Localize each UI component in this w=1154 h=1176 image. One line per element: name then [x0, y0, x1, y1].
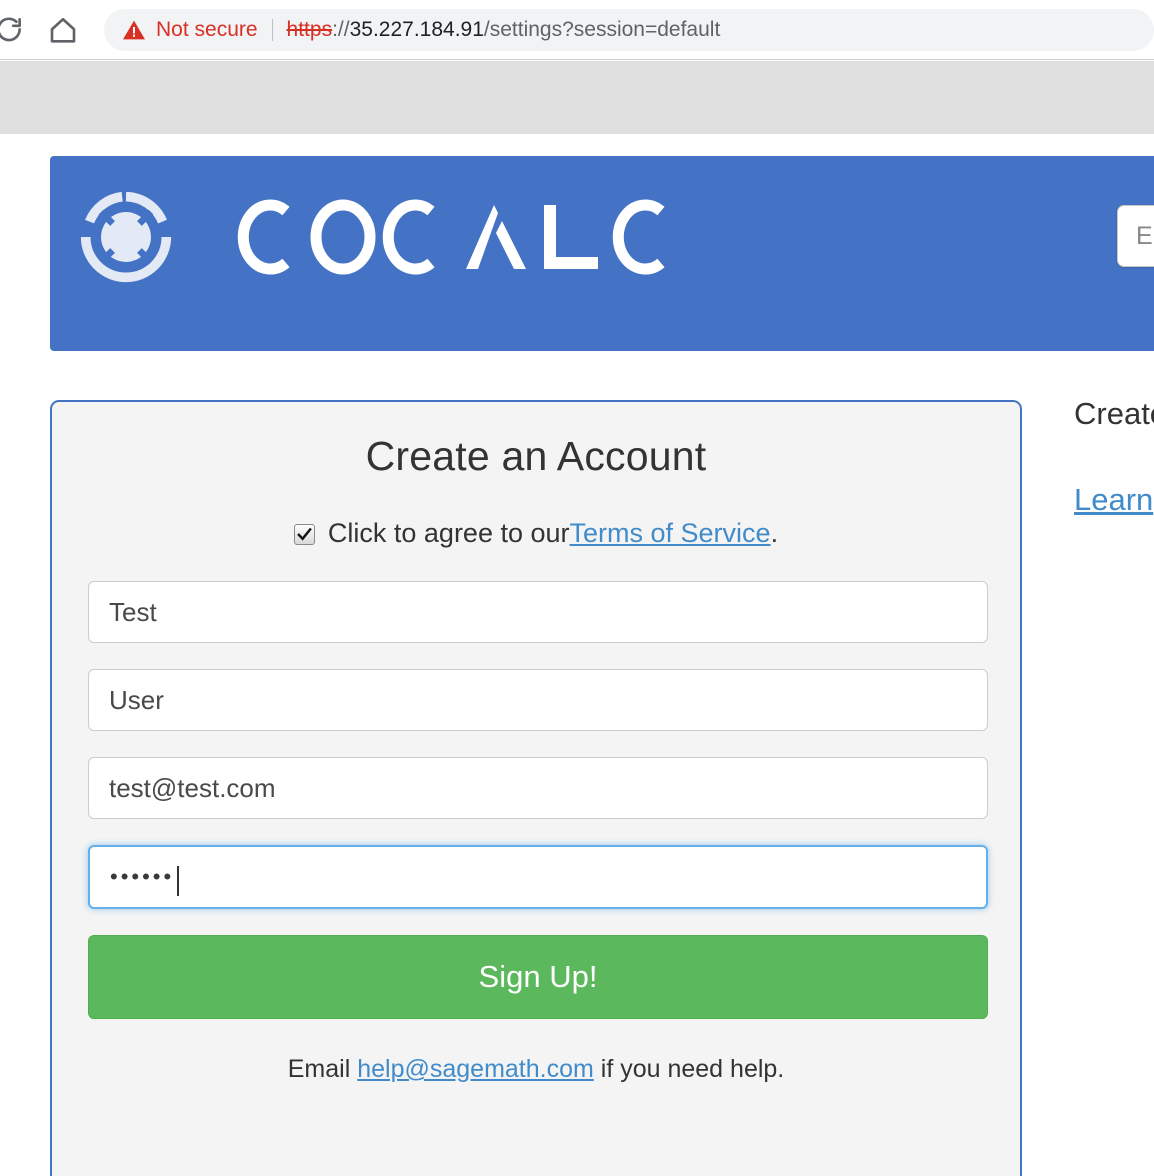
- warning-triangle-icon: [122, 18, 146, 42]
- first-name-value: Test: [109, 597, 157, 628]
- terms-agreement-row: Click to agree to our Terms of Service.: [52, 518, 1020, 549]
- learn-more-link[interactable]: Learn: [1074, 482, 1154, 518]
- bookmarks-bar: [0, 61, 1154, 134]
- email-value: test@test.com: [109, 773, 276, 804]
- url-host: 35.227.184.91: [350, 18, 484, 41]
- url-path: /settings?session=default: [484, 18, 720, 41]
- terms-checkbox[interactable]: [294, 524, 315, 545]
- address-bar[interactable]: Not secure https://35.227.184.91/setting…: [104, 9, 1154, 51]
- text-caret: [177, 866, 179, 896]
- email-field[interactable]: test@test.com: [88, 757, 988, 819]
- browser-toolbar: Not secure https://35.227.184.91/setting…: [0, 0, 1154, 60]
- terms-of-service-link[interactable]: Terms of Service: [570, 518, 771, 549]
- brand-logo: [78, 189, 681, 285]
- password-field[interactable]: ••••••: [88, 845, 988, 909]
- last-name-value: User: [109, 685, 164, 716]
- not-secure-label: Not secure: [156, 18, 258, 42]
- app-header: E: [50, 156, 1154, 351]
- reload-icon[interactable]: [0, 7, 32, 53]
- signup-form: Test User test@test.com ••••••: [52, 581, 1020, 909]
- sign-up-button[interactable]: Sign Up!: [88, 935, 988, 1019]
- url-separator: ://: [332, 18, 350, 41]
- password-value: ••••••: [110, 866, 174, 888]
- terms-suffix-label: .: [771, 518, 779, 549]
- help-line: Email help@sagemath.com if you need help…: [52, 1055, 1020, 1084]
- header-email-input[interactable]: E: [1117, 205, 1154, 267]
- terms-prefix-label: Click to agree to our: [328, 518, 570, 549]
- last-name-field[interactable]: User: [88, 669, 988, 731]
- help-suffix-label: if you need help.: [594, 1055, 784, 1083]
- home-icon[interactable]: [40, 7, 86, 53]
- first-name-field[interactable]: Test: [88, 581, 988, 643]
- help-prefix-label: Email: [288, 1055, 357, 1083]
- help-email-link[interactable]: help@sagemath.com: [357, 1055, 594, 1083]
- cocalc-ring-icon: [78, 189, 174, 285]
- omnibox-divider: [272, 19, 273, 41]
- brand-wordmark: [226, 189, 681, 285]
- url-scheme: https: [287, 18, 333, 41]
- right-column: Create Learn: [1074, 396, 1154, 518]
- right-column-headline: Create: [1074, 396, 1154, 432]
- page-viewport: E Create an Account Click to agree to ou…: [0, 134, 1154, 1176]
- url-text: https://35.227.184.91/settings?session=d…: [287, 18, 721, 42]
- page-title: Create an Account: [52, 402, 1020, 480]
- signup-card: Create an Account Click to agree to our …: [50, 400, 1022, 1176]
